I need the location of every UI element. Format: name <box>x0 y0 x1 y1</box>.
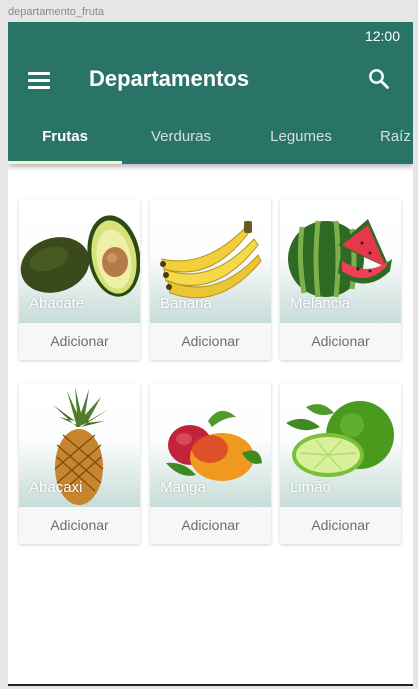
product-card-manga[interactable]: Manga Adicionar <box>150 383 271 544</box>
product-name: Limão <box>290 479 331 496</box>
product-card-banana[interactable]: Banana Adicionar <box>150 199 271 360</box>
product-name: Melância <box>290 295 351 312</box>
product-card-abacaxi[interactable]: Abacaxi Adicionar <box>19 383 140 544</box>
tab-bar: Frutas Verduras Legumes Raíz <box>8 117 413 164</box>
page-title: Departamentos <box>89 66 250 91</box>
search-icon[interactable] <box>367 67 391 91</box>
product-card-melancia[interactable]: Melância Adicionar <box>280 199 401 360</box>
add-button[interactable]: Adicionar <box>19 507 140 544</box>
product-card-limao[interactable]: Limão Adicionar <box>280 383 401 544</box>
screen-bottom-edge <box>8 684 413 686</box>
add-button[interactable]: Adicionar <box>280 507 401 544</box>
product-name: Banana <box>160 295 212 312</box>
app-screen: 12:00 Departamentos Frutas Verduras Legu… <box>8 22 413 686</box>
tab-verduras[interactable]: Verduras <box>122 117 240 164</box>
product-grid: Abacate Adicionar Banana Adicionar Melân… <box>8 164 413 686</box>
app-bar: 12:00 Departamentos Frutas Verduras Legu… <box>8 22 413 164</box>
tab-frutas[interactable]: Frutas <box>8 117 122 164</box>
product-name: Abacaxi <box>29 479 83 496</box>
product-card-abacate[interactable]: Abacate Adicionar <box>19 199 140 360</box>
tab-raiz[interactable]: Raíz <box>380 117 413 164</box>
tab-legumes[interactable]: Legumes <box>240 117 362 164</box>
add-button[interactable]: Adicionar <box>150 323 271 360</box>
add-button[interactable]: Adicionar <box>280 323 401 360</box>
product-name: Manga <box>160 479 206 496</box>
add-button[interactable]: Adicionar <box>150 507 271 544</box>
tab-indicator <box>8 161 122 164</box>
menu-icon[interactable] <box>28 72 50 89</box>
product-name: Abacate <box>29 295 85 312</box>
status-time: 12:00 <box>364 28 400 44</box>
window-caption: departamento_fruta <box>8 6 105 18</box>
add-button[interactable]: Adicionar <box>19 323 140 360</box>
